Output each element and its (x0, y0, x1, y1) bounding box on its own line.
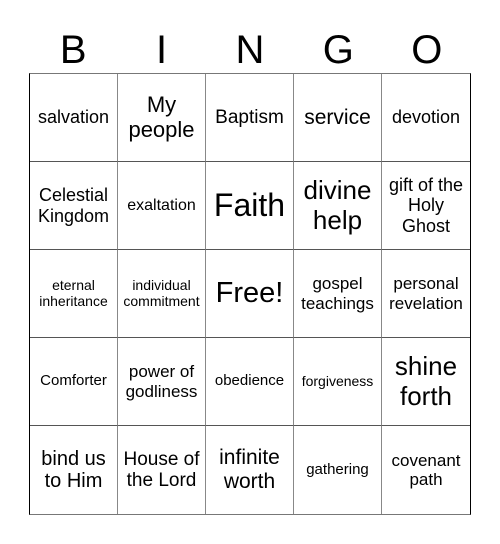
bingo-cell[interactable]: Comforter (30, 338, 118, 426)
bingo-cell[interactable]: covenant path (382, 426, 470, 514)
bingo-header: B I N G O (29, 28, 471, 72)
header-letter-b: B (59, 28, 87, 72)
bingo-cell[interactable]: salvation (30, 74, 118, 162)
bingo-cell[interactable]: House of the Lord (118, 426, 206, 514)
bingo-cell[interactable]: Faith (206, 162, 294, 250)
bingo-cell[interactable]: devotion (382, 74, 470, 162)
header-letter-o: O (411, 28, 443, 72)
header-letter-g: G (322, 28, 354, 72)
bingo-cell[interactable]: divine help (294, 162, 382, 250)
bingo-cell[interactable]: Celestial Kingdom (30, 162, 118, 250)
bingo-grid: salvation My people Baptism service devo… (29, 73, 471, 515)
bingo-cell[interactable]: power of godliness (118, 338, 206, 426)
free-space[interactable]: Free! (206, 250, 294, 338)
bingo-cell[interactable]: gift of the Holy Ghost (382, 162, 470, 250)
bingo-cell[interactable]: forgiveness (294, 338, 382, 426)
bingo-cell[interactable]: personal revelation (382, 250, 470, 338)
bingo-cell[interactable]: obedience (206, 338, 294, 426)
header-letter-i: I (156, 28, 168, 72)
bingo-cell[interactable]: infinite worth (206, 426, 294, 514)
bingo-cell[interactable]: exaltation (118, 162, 206, 250)
bingo-cell[interactable]: service (294, 74, 382, 162)
header-letter-n: N (235, 28, 265, 72)
bingo-cell[interactable]: individual commitment (118, 250, 206, 338)
bingo-cell[interactable]: Baptism (206, 74, 294, 162)
bingo-cell[interactable]: gospel teachings (294, 250, 382, 338)
bingo-cell[interactable]: bind us to Him (30, 426, 118, 514)
bingo-cell[interactable]: eternal inheritance (30, 250, 118, 338)
bingo-cell[interactable]: My people (118, 74, 206, 162)
bingo-cell[interactable]: shine forth (382, 338, 470, 426)
bingo-cell[interactable]: gathering (294, 426, 382, 514)
